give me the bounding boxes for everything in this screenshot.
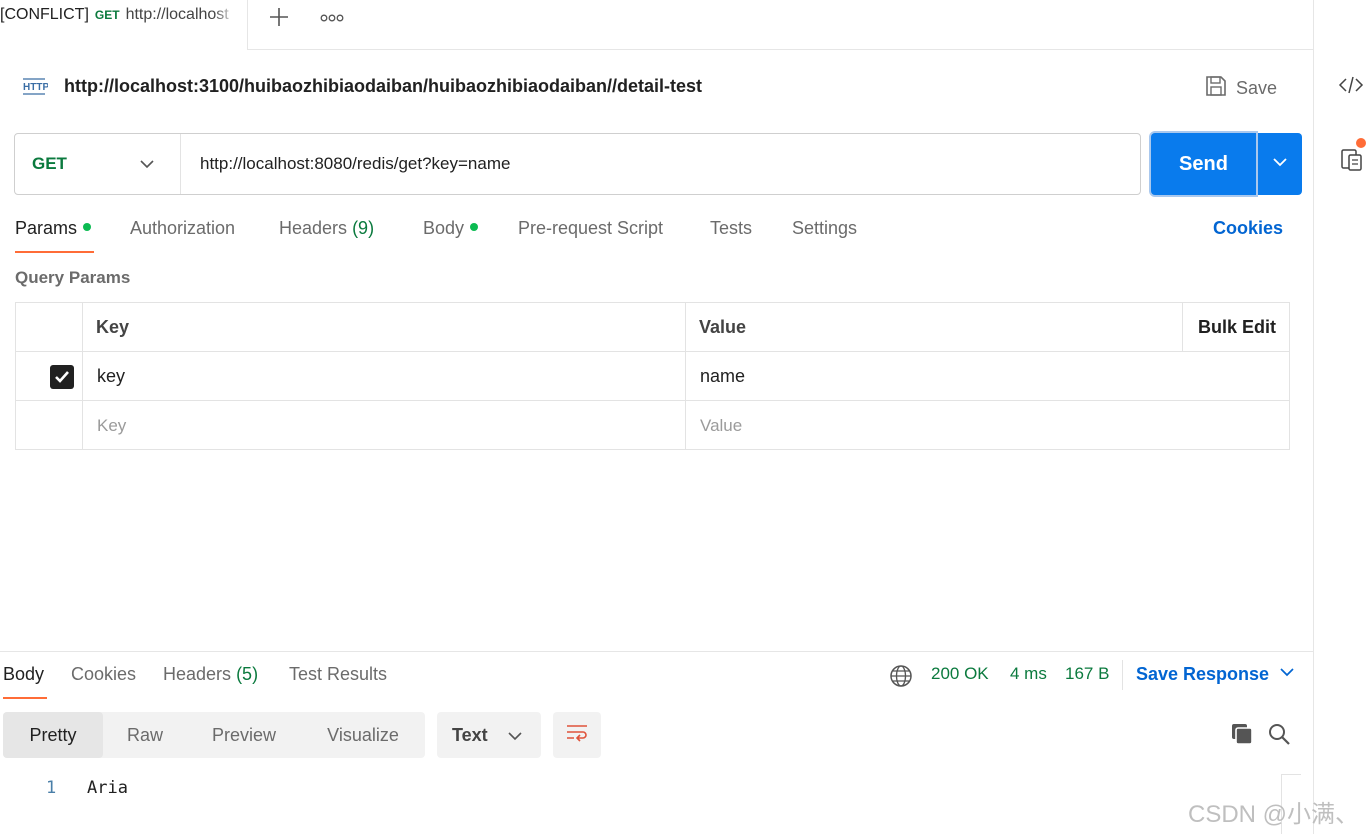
request-name: http://localhost:3100/huibaozhibiaodaiba… [64, 76, 703, 96]
code-icon[interactable] [1338, 72, 1364, 103]
search-icon[interactable] [1267, 722, 1291, 751]
column-divider [1182, 303, 1183, 352]
view-preview-button[interactable]: Preview [191, 712, 297, 758]
new-value-input[interactable]: Value [700, 401, 742, 450]
line-number: 1 [46, 778, 57, 798]
chevron-down-icon [1279, 664, 1295, 685]
divider [1122, 660, 1123, 690]
tab-title: http://localhost [125, 6, 229, 23]
documentation-icon[interactable] [1340, 146, 1364, 177]
column-value-header: Value [699, 317, 747, 337]
tab-headers-label: Headers [279, 218, 348, 238]
response-headers-count: (5) [236, 664, 259, 684]
url-input[interactable]: http://localhost:8080/redis/get?key=name [200, 154, 510, 174]
plus-icon[interactable] [266, 6, 292, 32]
tab-pre-request-script[interactable]: Pre-request Script [518, 218, 663, 239]
tab-strip: [CONFLICT] GET http://localhost [0, 0, 1313, 50]
svg-text:HTTP: HTTP [23, 82, 48, 93]
param-value-input[interactable]: name [700, 352, 745, 401]
send-button[interactable]: Send [1151, 133, 1256, 195]
chevron-down-icon [1271, 153, 1289, 176]
tab-settings[interactable]: Settings [792, 218, 857, 239]
send-options-button[interactable] [1258, 133, 1302, 195]
response-tab-body[interactable]: Body [3, 664, 44, 685]
view-visualize-button[interactable]: Visualize [309, 712, 417, 758]
save-icon [1204, 74, 1228, 103]
active-response-tab-underline [3, 697, 47, 699]
tab-headers[interactable]: Headers (9) [279, 218, 374, 239]
cookies-link[interactable]: Cookies [1213, 218, 1283, 239]
response-tab-cookies[interactable]: Cookies [71, 664, 136, 685]
tab-authorization[interactable]: Authorization [130, 218, 235, 239]
active-tab-underline [15, 251, 94, 253]
tab-method-label: GET [94, 8, 120, 22]
headers-count: (9) [352, 218, 375, 238]
response-tab-headers[interactable]: Headers (5) [163, 664, 258, 685]
params-dot [83, 223, 92, 232]
table-row: Key Value [16, 401, 1289, 450]
save-button[interactable]: Save [1204, 74, 1277, 103]
body-dot [470, 223, 479, 232]
view-pretty-button[interactable]: Pretty [3, 712, 103, 758]
response-size[interactable]: 167 B [1065, 664, 1109, 684]
save-response-label: Save Response [1136, 664, 1270, 684]
tab-body[interactable]: Body [423, 218, 479, 239]
row-checkbox[interactable] [50, 352, 74, 401]
chevron-down-icon [507, 728, 523, 749]
bulk-edit-button[interactable]: Bulk Edit [1198, 303, 1276, 352]
url-bar: GET http://localhost:8080/redis/get?key=… [14, 133, 1141, 195]
right-sidebar [1313, 0, 1371, 834]
query-params-title: Query Params [15, 268, 131, 287]
method-select[interactable]: GET [15, 134, 181, 194]
http-icon: HTTP [22, 76, 49, 103]
globe-icon[interactable] [889, 664, 913, 693]
tab-conflict-label: [CONFLICT] [0, 6, 89, 23]
query-params-table: Key Value Bulk Edit key name Key Value [15, 302, 1290, 450]
response-tab-headers-label: Headers [163, 664, 232, 684]
tab-body-label: Body [423, 218, 465, 238]
view-mode-group: Pretty Raw Preview Visualize [3, 712, 425, 758]
new-key-input[interactable]: Key [97, 401, 126, 450]
tab-params[interactable]: Params [15, 218, 92, 239]
status-code[interactable]: 200 OK [931, 664, 989, 684]
watermark: CSDN @小满、 [1188, 801, 1360, 828]
notification-dot [1356, 138, 1366, 148]
response-time[interactable]: 4 ms [1010, 664, 1047, 684]
table-row: key name [16, 352, 1289, 401]
tab-tests[interactable]: Tests [710, 218, 752, 239]
response-tab-test-results[interactable]: Test Results [289, 664, 387, 685]
tab-params-label: Params [15, 218, 78, 238]
format-select[interactable]: Text [437, 712, 541, 758]
wrap-lines-button[interactable] [553, 712, 601, 758]
request-tab[interactable]: [CONFLICT] GET http://localhost [0, 0, 248, 50]
column-divider [82, 303, 83, 449]
param-key-input[interactable]: key [97, 352, 125, 401]
wrap-lines-icon [565, 722, 589, 749]
response-body-line[interactable]: Aria [87, 778, 128, 798]
method-label: GET [32, 154, 67, 173]
chevron-down-icon [139, 156, 155, 177]
table-header-row: Key Value Bulk Edit [16, 303, 1289, 352]
column-key-header: Key [96, 317, 130, 337]
format-label: Text [452, 724, 488, 745]
save-response-button[interactable]: Save Response [1136, 664, 1295, 685]
checkbox-checked-icon [50, 364, 74, 389]
more-options-icon[interactable] [320, 10, 344, 26]
view-raw-button[interactable]: Raw [103, 712, 187, 758]
column-divider [685, 303, 686, 449]
response-divider[interactable] [0, 651, 1313, 652]
copy-icon[interactable] [1230, 722, 1254, 751]
save-label: Save [1236, 78, 1278, 98]
